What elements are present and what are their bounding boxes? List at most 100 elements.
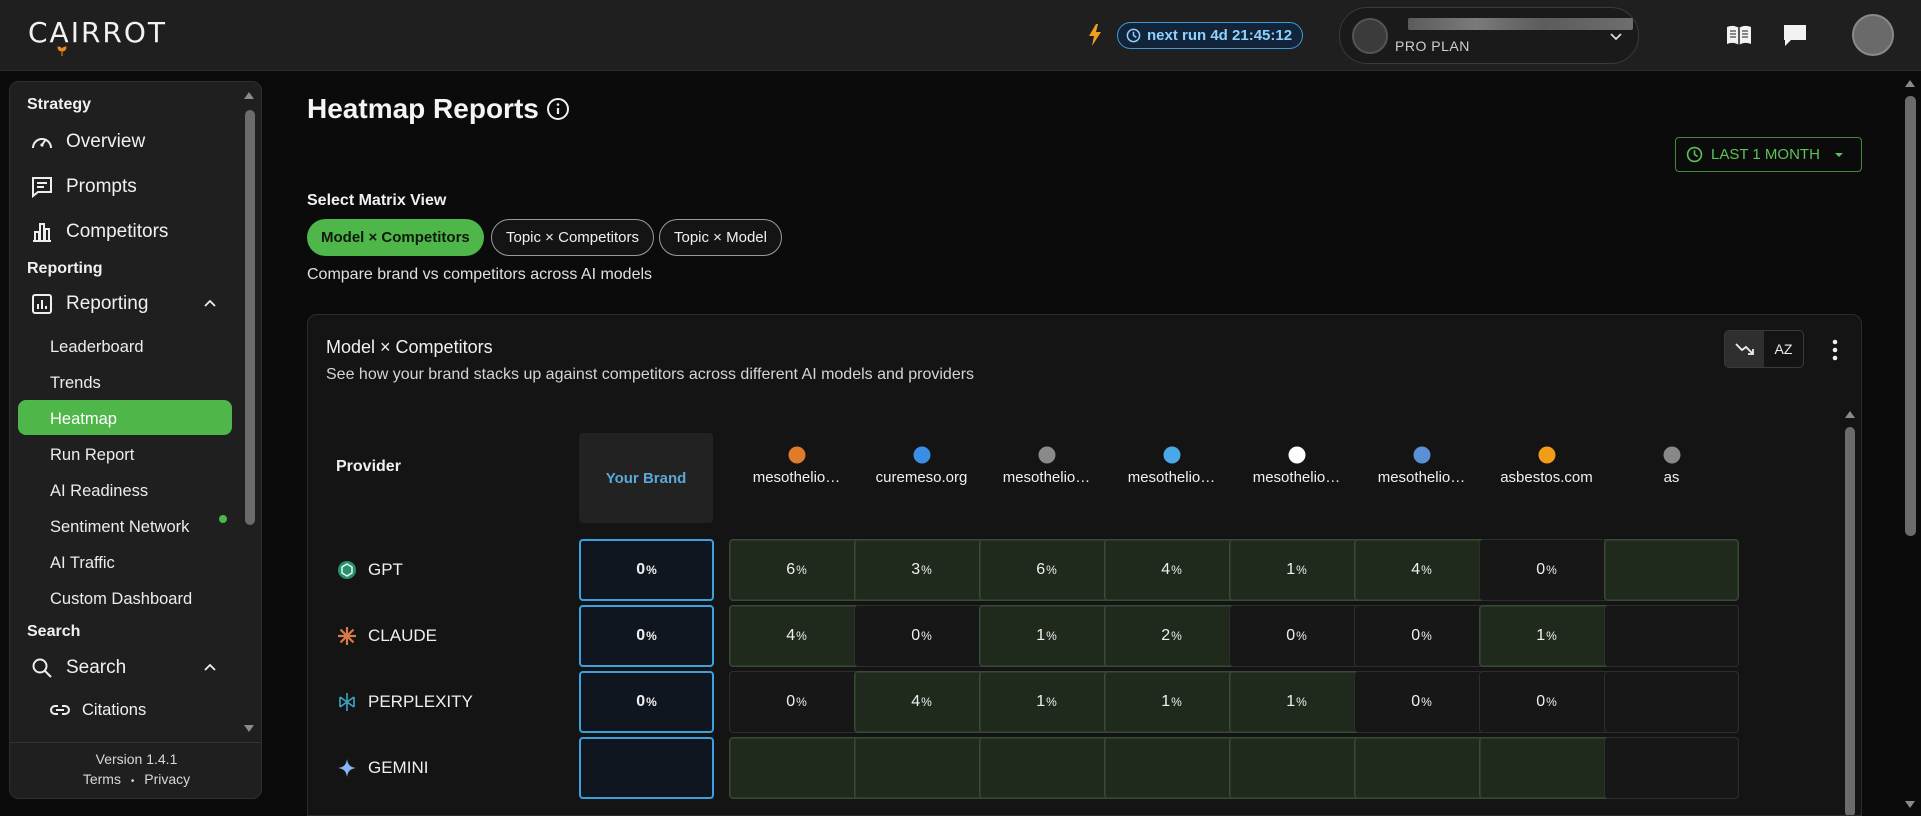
sidebar-scrollbar[interactable] [242, 88, 256, 738]
competitor-column-header[interactable]: mesothelio… [1354, 445, 1489, 486]
scroll-up-arrow-icon[interactable] [1843, 409, 1857, 419]
scroll-down-arrow-icon[interactable] [242, 724, 256, 734]
chip-topic-model[interactable]: Topic × Model [659, 219, 782, 256]
nav-trends[interactable]: Trends [50, 374, 101, 393]
date-range-button[interactable]: LAST 1 MONTH [1675, 137, 1862, 172]
competitor-column-header[interactable]: asbestos.com [1479, 445, 1614, 486]
nav-ai-readiness[interactable]: AI Readiness [50, 482, 148, 501]
competitor-score-cell[interactable]: 0% [1354, 671, 1489, 733]
nav-prompts[interactable]: Prompts [30, 169, 240, 205]
competitor-column-header[interactable]: mesothelio… [1104, 445, 1239, 486]
account-switcher[interactable]: PRO PLAN [1339, 7, 1639, 64]
competitor-score-cell[interactable]: 6% [729, 539, 864, 601]
nav-sentiment-network[interactable]: Sentiment Network [50, 518, 189, 537]
competitor-score-cell[interactable]: 1% [1479, 605, 1614, 667]
nav-reporting[interactable]: Reporting [30, 286, 240, 322]
competitor-score-cell[interactable]: 6% [979, 539, 1114, 601]
competitor-score-cell[interactable] [729, 737, 864, 799]
provider-row-label: GPT [336, 559, 403, 581]
competitor-score-cell[interactable] [1604, 737, 1739, 799]
page-scroll-thumb[interactable] [1905, 96, 1916, 536]
sort-alphabetical-button[interactable]: AZ [1764, 331, 1803, 367]
competitor-score-cell[interactable] [1354, 737, 1489, 799]
next-run-badge[interactable]: next run 4d 21:45:12 [1117, 22, 1304, 49]
competitor-column-header[interactable]: mesothelio… [729, 445, 864, 486]
brand-score-cell[interactable] [579, 737, 714, 799]
scroll-down-arrow-icon[interactable] [1903, 800, 1917, 810]
page-title: Heatmap Reports [307, 93, 539, 124]
nav-ai-traffic[interactable]: AI Traffic [50, 554, 115, 573]
competitor-score-cell[interactable] [1229, 737, 1364, 799]
competitor-score-cell[interactable]: 0% [1479, 671, 1614, 733]
page-scrollbar[interactable] [1900, 72, 1920, 816]
competitor-score-cell[interactable] [1604, 671, 1739, 733]
plan-label: PRO PLAN [1395, 38, 1470, 54]
version-text: Version 1.4.1 [95, 751, 178, 767]
competitor-name: curemeso.org [875, 469, 968, 486]
scroll-up-arrow-icon[interactable] [242, 90, 256, 100]
sort-by-value-button[interactable] [1725, 331, 1764, 367]
nav-run-report[interactable]: Run Report [50, 446, 134, 465]
user-avatar[interactable] [1852, 14, 1894, 56]
link-icon [50, 705, 70, 715]
competitor-score-cell[interactable]: 0% [729, 671, 864, 733]
competitor-score-cell[interactable]: 4% [854, 671, 989, 733]
grid-scrollbar[interactable] [1840, 405, 1860, 815]
competitor-score-cell[interactable]: 1% [1104, 671, 1239, 733]
grid-scroll-thumb[interactable] [1845, 427, 1855, 815]
competitor-logo-icon [1663, 446, 1680, 464]
brand-score-cell[interactable]: 0% [579, 605, 714, 667]
nav-citations[interactable]: Citations [48, 692, 240, 728]
competitor-logo-icon [788, 446, 805, 464]
competitor-score-cell[interactable] [1479, 737, 1614, 799]
competitor-column-header[interactable]: mesothelio… [1229, 445, 1364, 486]
competitor-score-cell[interactable]: 4% [1354, 539, 1489, 601]
brand-score-cell[interactable]: 0% [579, 539, 714, 601]
competitor-score-cell[interactable]: 1% [979, 671, 1114, 733]
competitor-score-cell[interactable] [1604, 605, 1739, 667]
chip-model-competitors[interactable]: Model × Competitors [307, 219, 484, 256]
chip-topic-competitors[interactable]: Topic × Competitors [491, 219, 654, 256]
claude-icon [338, 627, 356, 645]
competitor-name: mesothelio… [1127, 469, 1216, 486]
competitor-column-header[interactable]: curemeso.org [854, 445, 989, 486]
competitor-score-cell[interactable]: 1% [1229, 539, 1364, 601]
competitor-score-cell[interactable] [854, 737, 989, 799]
competitor-score-cell[interactable]: 0% [1229, 605, 1364, 667]
provider-name: GPT [368, 560, 403, 579]
caret-down-icon [1834, 152, 1843, 157]
competitor-score-cell[interactable] [1604, 539, 1739, 601]
nav-custom-dashboard[interactable]: Custom Dashboard [50, 590, 192, 609]
terms-link[interactable]: Terms [83, 771, 121, 787]
chevron-up-icon [204, 663, 216, 671]
info-icon[interactable] [546, 97, 570, 121]
brand-score-cell[interactable]: 0% [579, 671, 714, 733]
privacy-link[interactable]: Privacy [144, 771, 190, 787]
competitor-score-cell[interactable] [979, 737, 1114, 799]
competitor-score-cell[interactable]: 2% [1104, 605, 1239, 667]
sidebar-footer: Version 1.4.1 Terms • Privacy [10, 742, 261, 798]
nav-competitors[interactable]: Competitors [30, 214, 240, 250]
nav-leaderboard[interactable]: Leaderboard [50, 338, 144, 357]
docs-book-icon[interactable] [1725, 22, 1753, 48]
scroll-up-arrow-icon[interactable] [1903, 78, 1917, 88]
sidebar-scroll-thumb[interactable] [245, 110, 255, 525]
competitor-score-cell[interactable] [1104, 737, 1239, 799]
competitor-score-cell[interactable]: 0% [1479, 539, 1614, 601]
nav-overview[interactable]: Overview [30, 124, 240, 160]
nav-search[interactable]: Search [30, 650, 240, 686]
chat-icon[interactable] [1781, 22, 1809, 48]
competitor-score-cell[interactable]: 3% [854, 539, 989, 601]
more-vertical-icon[interactable] [1832, 339, 1838, 361]
app-logo[interactable]: CAIRROT [28, 16, 167, 49]
competitor-score-cell[interactable]: 0% [1354, 605, 1489, 667]
competitor-score-cell[interactable]: 4% [729, 605, 864, 667]
next-run-text: next run 4d 21:45:12 [1147, 27, 1293, 44]
competitor-score-cell[interactable]: 4% [1104, 539, 1239, 601]
competitor-score-cell[interactable]: 1% [1229, 671, 1364, 733]
competitor-column-header[interactable]: as [1604, 445, 1739, 486]
competitor-score-cell[interactable]: 0% [854, 605, 989, 667]
competitor-column-header[interactable]: mesothelio… [979, 445, 1114, 486]
nav-heatmap[interactable]: Heatmap [50, 410, 117, 429]
competitor-score-cell[interactable]: 1% [979, 605, 1114, 667]
